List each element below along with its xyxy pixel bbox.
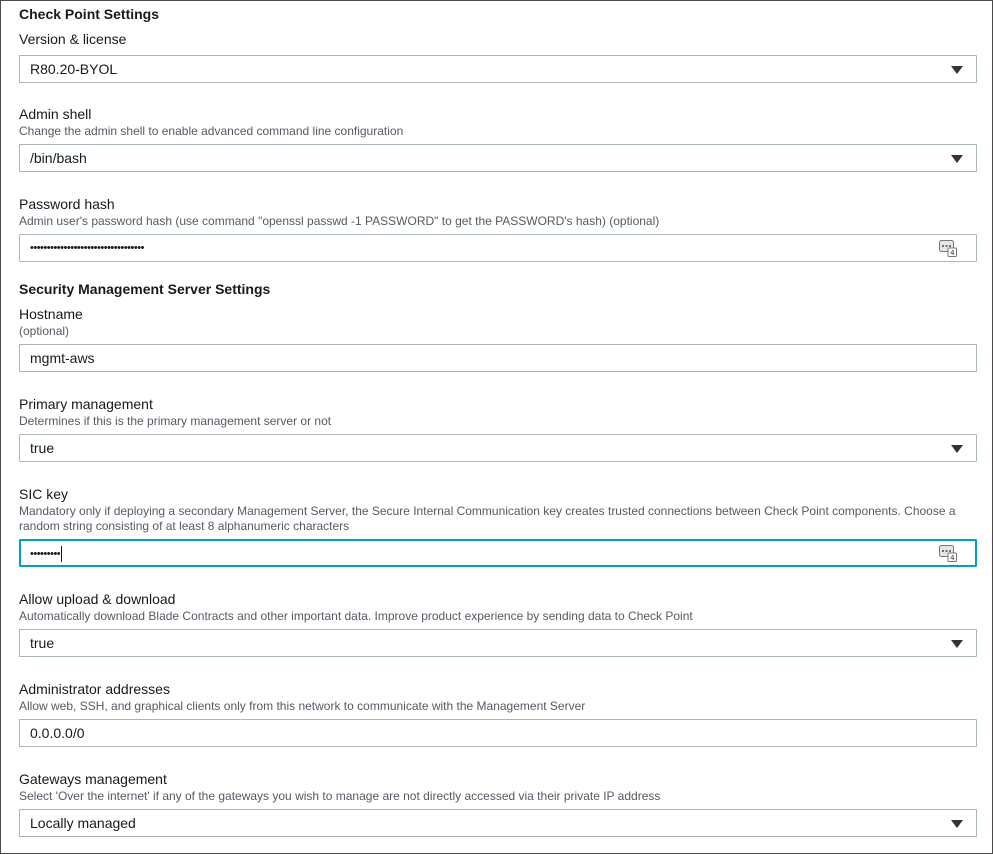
hostname-label: Hostname <box>19 306 83 322</box>
allow-upload-label: Allow upload & download <box>19 591 176 607</box>
section-title-sms-settings: Security Management Server Settings <box>19 281 271 297</box>
hostname-value: mgmt-aws <box>30 350 95 366</box>
hostname-input[interactable]: mgmt-aws <box>19 344 977 372</box>
password-manager-icon[interactable]: 4 <box>939 239 957 257</box>
caret-down-icon <box>951 155 963 163</box>
caret-down-icon <box>951 820 963 828</box>
admin-addresses-input[interactable]: 0.0.0.0/0 <box>19 719 977 747</box>
gateways-management-label: Gateways management <box>19 771 167 787</box>
caret-down-icon <box>951 445 963 453</box>
primary-management-label: Primary management <box>19 396 153 412</box>
allow-upload-value: true <box>30 635 55 651</box>
hostname-description: (optional) <box>19 324 70 338</box>
admin-addresses-description: Allow web, SSH, and graphical clients on… <box>19 699 586 713</box>
version-license-label: Version & license <box>19 31 127 47</box>
sic-key-label: SIC key <box>19 486 69 502</box>
primary-management-description: Determines if this is the primary manage… <box>19 414 332 428</box>
sic-key-description: Mandatory only if deploying a secondary … <box>19 504 956 533</box>
section-title-checkpoint-settings: Check Point Settings <box>19 6 160 22</box>
admin-shell-value: /bin/bash <box>30 150 87 166</box>
password-hash-description: Admin user's password hash (use command … <box>19 214 660 228</box>
allow-upload-select[interactable]: true <box>19 629 977 657</box>
primary-management-value: true <box>30 440 55 456</box>
text-cursor <box>61 546 63 563</box>
password-hash-masked-value: •••••••••••••••••••••••••••••••••• <box>30 242 144 254</box>
version-license-value: R80.20-BYOL <box>30 61 118 77</box>
admin-addresses-value: 0.0.0.0/0 <box>30 725 85 741</box>
password-hash-input[interactable]: •••••••••••••••••••••••••••••••••• 4 <box>19 234 977 262</box>
caret-down-icon <box>951 640 963 648</box>
password-manager-icon[interactable]: 4 <box>939 544 957 562</box>
admin-addresses-label: Administrator addresses <box>19 681 170 697</box>
password-hash-label: Password hash <box>19 196 115 212</box>
sic-key-input[interactable]: ••••••••• 4 <box>19 539 977 567</box>
caret-down-icon <box>951 66 963 74</box>
gateways-management-value: Locally managed <box>30 815 136 831</box>
svg-text:4: 4 <box>950 554 955 562</box>
settings-form: Check Point Settings Version & license R… <box>0 0 993 854</box>
gateways-management-description: Select 'Over the internet' if any of the… <box>19 789 661 803</box>
primary-management-select[interactable]: true <box>19 434 977 462</box>
admin-shell-label: Admin shell <box>19 106 92 122</box>
allow-upload-description: Automatically download Blade Contracts a… <box>19 609 693 623</box>
gateways-management-select[interactable]: Locally managed <box>19 809 977 837</box>
admin-shell-select[interactable]: /bin/bash <box>19 144 977 172</box>
version-license-select[interactable]: R80.20-BYOL <box>19 55 977 83</box>
admin-shell-description: Change the admin shell to enable advance… <box>19 124 404 138</box>
svg-text:4: 4 <box>950 249 955 257</box>
sic-key-masked-value: ••••••••• <box>30 548 61 560</box>
